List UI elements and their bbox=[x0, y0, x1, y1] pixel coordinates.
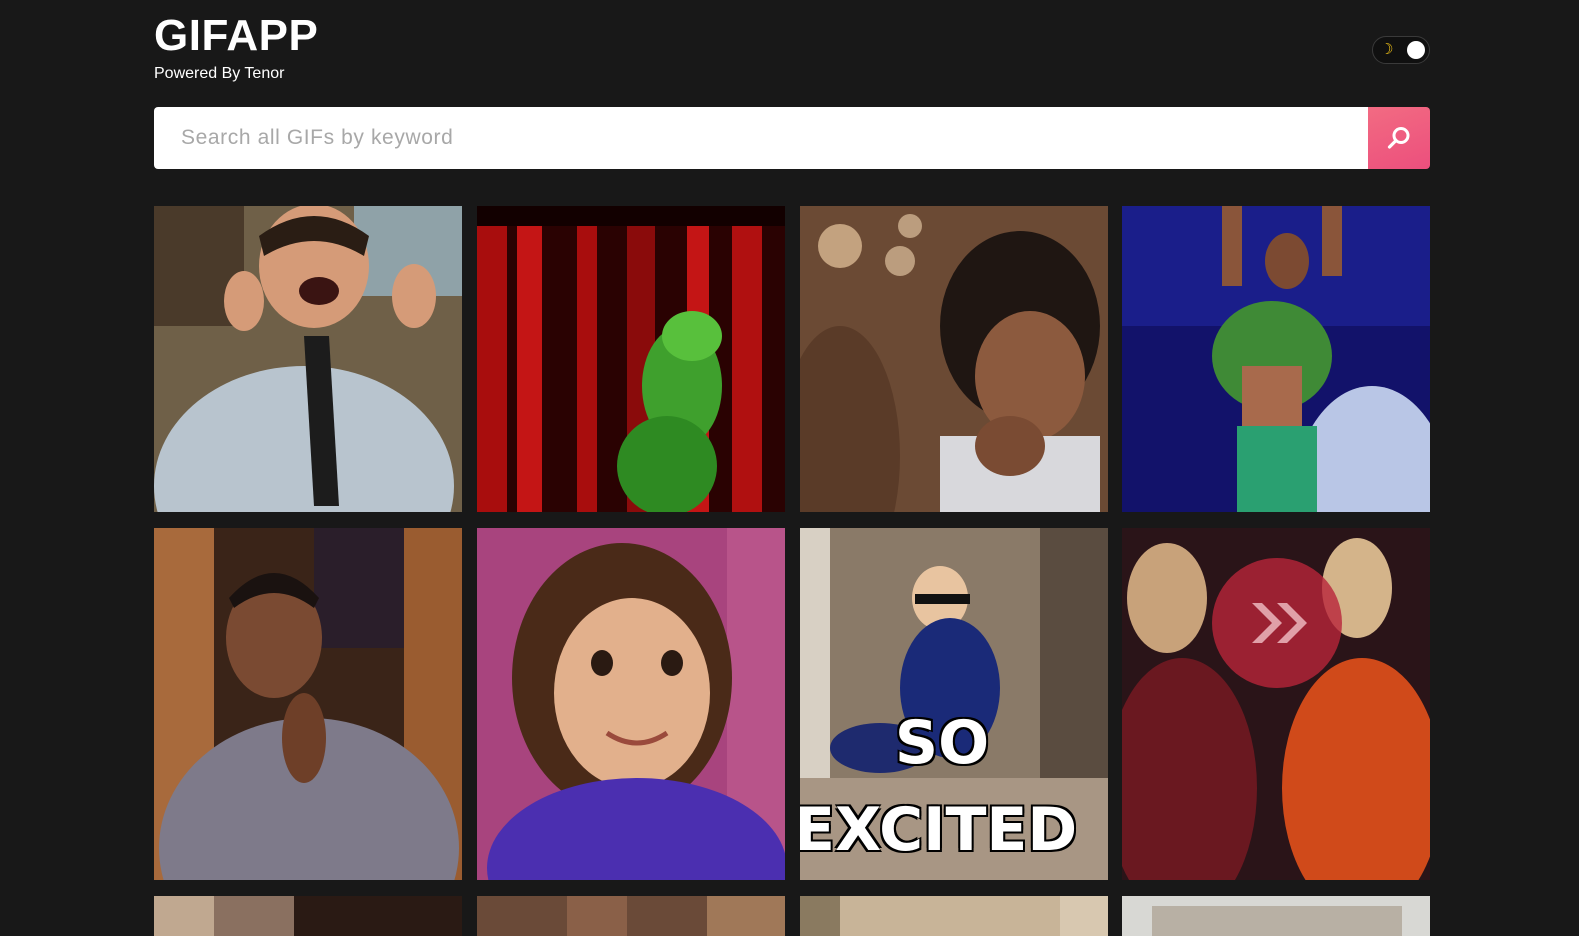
app-title: GIFAPP bbox=[154, 11, 319, 60]
gif-image bbox=[154, 528, 462, 880]
app-container: GIFAPP Powered By Tenor ☽ Search all GIF… bbox=[154, 0, 1430, 936]
gif-tile[interactable] bbox=[800, 896, 1108, 936]
toggle-knob bbox=[1407, 41, 1425, 59]
gif-so-excited-toddler[interactable]: SO EXCITED bbox=[800, 528, 1108, 880]
gif-image bbox=[477, 528, 785, 880]
theme-toggle[interactable]: ☽ bbox=[1372, 36, 1430, 64]
gif-excited-girl[interactable] bbox=[800, 206, 1108, 512]
gif-image bbox=[477, 206, 785, 512]
gif-tile[interactable] bbox=[1122, 896, 1430, 936]
search-bar bbox=[154, 107, 1430, 169]
gif-image bbox=[1122, 896, 1430, 936]
gif-image bbox=[1122, 528, 1430, 880]
gif-image bbox=[800, 896, 1108, 936]
gif-image bbox=[1122, 206, 1430, 512]
search-icon bbox=[1387, 127, 1410, 149]
moon-icon: ☽ bbox=[1380, 41, 1394, 58]
gif-tile[interactable] bbox=[154, 896, 462, 936]
gif-clapping-man[interactable] bbox=[154, 528, 462, 880]
gif-cheering-boy[interactable] bbox=[1122, 206, 1430, 512]
gif-image bbox=[477, 896, 785, 936]
search-button[interactable] bbox=[1368, 107, 1430, 169]
gif-dancing-frog-puppet[interactable] bbox=[477, 206, 785, 512]
app-subtitle: Powered By Tenor bbox=[154, 65, 285, 82]
gif-caption-excited: EXCITED bbox=[800, 795, 1078, 865]
gif-caption-so: SO bbox=[894, 708, 990, 778]
gif-smiling-girl[interactable] bbox=[477, 528, 785, 880]
gif-laughing-man[interactable] bbox=[154, 206, 462, 512]
gif-image bbox=[154, 206, 462, 512]
header: GIFAPP Powered By Tenor ☽ bbox=[154, 0, 1430, 100]
gif-image bbox=[800, 206, 1108, 512]
search-input[interactable] bbox=[154, 107, 1368, 169]
gif-cheering-women[interactable] bbox=[1122, 528, 1430, 880]
gif-tile[interactable] bbox=[477, 896, 785, 936]
gif-image bbox=[154, 896, 462, 936]
